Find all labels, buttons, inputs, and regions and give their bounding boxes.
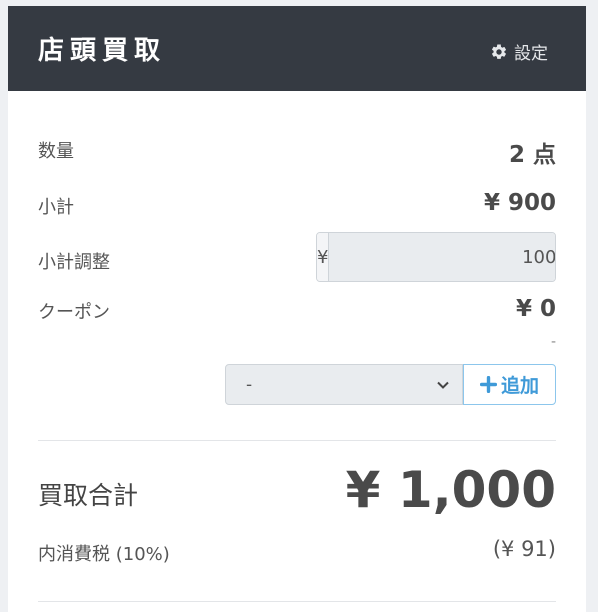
coupon-select[interactable]: - bbox=[225, 364, 463, 405]
adjustment-input[interactable] bbox=[329, 233, 555, 281]
coupon-note: - bbox=[550, 334, 556, 350]
quantity-label: 数量 bbox=[38, 141, 74, 162]
adjustment-input-group: ¥ bbox=[316, 232, 556, 282]
panel-header: 店頭買取 設定 bbox=[8, 6, 586, 91]
subtotal-value: ¥ 900 bbox=[483, 190, 556, 216]
subtotal-label: 小計 bbox=[38, 197, 74, 218]
page-title: 店頭買取 bbox=[38, 36, 167, 66]
coupon-value: ¥ 0 bbox=[515, 296, 556, 322]
coupon-label: クーポン bbox=[38, 302, 110, 323]
add-coupon-button[interactable]: 追加 bbox=[463, 364, 556, 405]
settings-label: 設定 bbox=[514, 44, 548, 64]
gear-icon bbox=[490, 43, 508, 61]
tax-label: 内消費税 (10%) bbox=[38, 544, 170, 565]
quantity-value: 2 点 bbox=[508, 142, 556, 168]
plus-icon bbox=[479, 376, 497, 393]
total-value: ¥ 1,000 bbox=[345, 461, 556, 519]
bottom-divider bbox=[38, 601, 556, 602]
coupon-select-value: - bbox=[246, 374, 253, 395]
total-label: 買取合計 bbox=[38, 481, 139, 510]
tax-value: (¥ 91) bbox=[492, 537, 556, 561]
settings-button[interactable]: 設定 bbox=[490, 39, 548, 64]
purchase-panel: 店頭買取 設定 数量 2 点 小計 ¥ 900 小計調整 ¥ クーポン ¥ 0 … bbox=[8, 6, 586, 612]
adjustment-label: 小計調整 bbox=[38, 252, 110, 273]
section-divider bbox=[38, 440, 556, 441]
currency-addon: ¥ bbox=[317, 233, 330, 281]
chevron-down-icon bbox=[436, 378, 450, 392]
add-button-label: 追加 bbox=[500, 375, 539, 397]
